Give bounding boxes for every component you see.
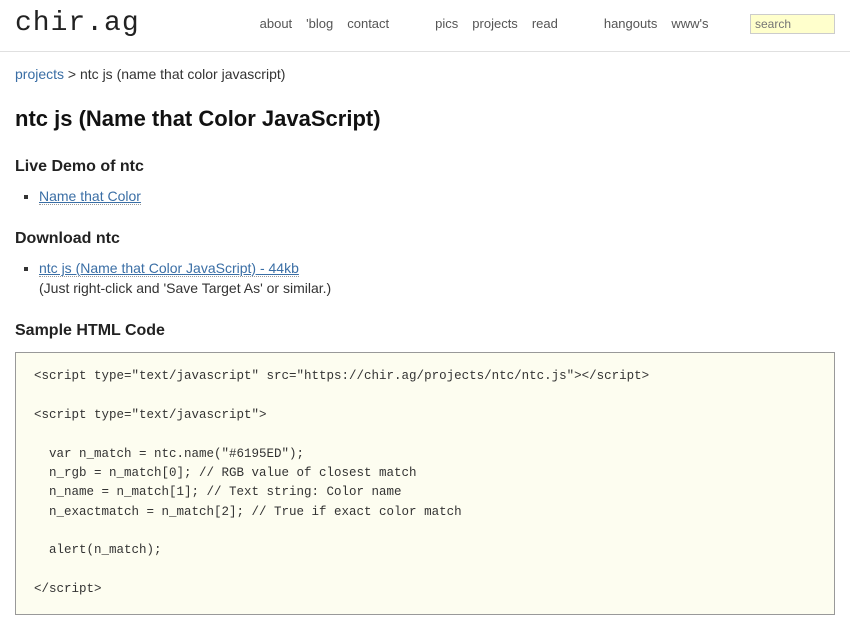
breadcrumb: projects > ntc js (name that color javas… xyxy=(0,52,850,82)
nav-read[interactable]: read xyxy=(532,16,558,31)
list-item: ntc js (Name that Color JavaScript) - 44… xyxy=(39,260,835,296)
heading-sample-code: Sample HTML Code xyxy=(15,322,835,340)
heading-download: Download ntc xyxy=(15,230,835,248)
list-item: Name that Color xyxy=(39,188,835,204)
nav-pics[interactable]: pics xyxy=(435,16,458,31)
nav-about[interactable]: about xyxy=(260,16,293,31)
code-block: <script type="text/javascript" src="http… xyxy=(15,352,835,615)
nav-projects[interactable]: projects xyxy=(472,16,518,31)
top-nav: about 'blog contact pics projects read h… xyxy=(260,16,750,31)
page-title: ntc js (Name that Color JavaScript) xyxy=(15,106,835,132)
breadcrumb-current: ntc js (name that color javascript) xyxy=(80,66,285,82)
link-name-that-color[interactable]: Name that Color xyxy=(39,188,141,205)
download-list: ntc js (Name that Color JavaScript) - 44… xyxy=(39,260,835,296)
nav-wwws[interactable]: www's xyxy=(671,16,708,31)
download-note: (Just right-click and 'Save Target As' o… xyxy=(39,280,835,296)
nav-blog[interactable]: 'blog xyxy=(306,16,333,31)
main-content: ntc js (Name that Color JavaScript) Live… xyxy=(0,106,850,635)
breadcrumb-sep: > xyxy=(64,66,80,82)
header: chir.ag about 'blog contact pics project… xyxy=(0,0,850,52)
search-input[interactable] xyxy=(750,14,835,34)
nav-hangouts[interactable]: hangouts xyxy=(604,16,658,31)
site-logo[interactable]: chir.ag xyxy=(15,8,140,39)
link-download-ntc[interactable]: ntc js (Name that Color JavaScript) - 44… xyxy=(39,260,299,277)
heading-live-demo: Live Demo of ntc xyxy=(15,158,835,176)
breadcrumb-projects[interactable]: projects xyxy=(15,66,64,82)
nav-contact[interactable]: contact xyxy=(347,16,389,31)
demo-list: Name that Color xyxy=(39,188,835,204)
